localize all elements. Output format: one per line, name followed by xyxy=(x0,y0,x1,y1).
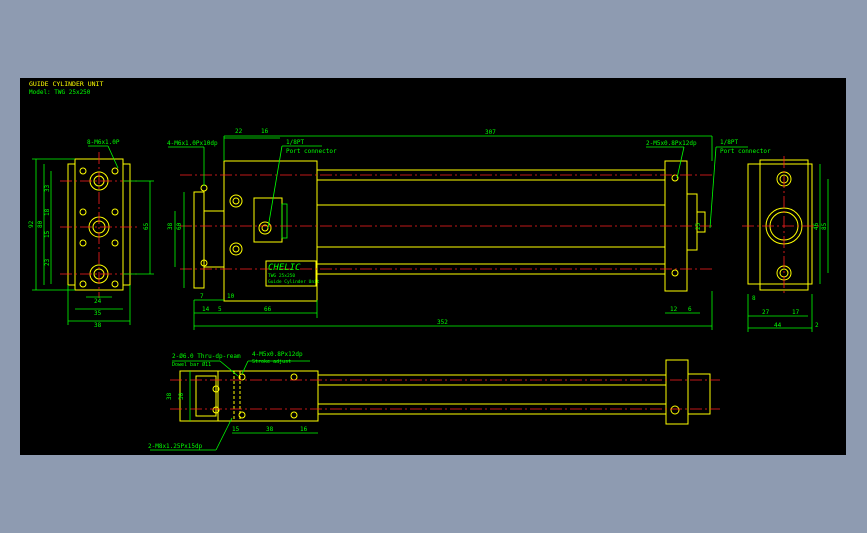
dim-d85: 85 xyxy=(821,222,828,230)
dim-d16: 16 xyxy=(261,128,269,135)
right-end-view xyxy=(742,156,829,332)
dim-d6: 6 xyxy=(688,306,692,313)
dim-d352: 352 xyxy=(437,319,448,326)
dim-h33: 33 xyxy=(44,184,51,192)
dim-w24: 24 xyxy=(94,298,102,305)
dim-d5: 5 xyxy=(218,306,222,313)
dim-d7: 7 xyxy=(200,293,204,300)
dim-h80: 80 xyxy=(37,220,44,228)
callout-port-a-sub: Port connector xyxy=(286,148,337,155)
dim-bottom-d38b: 38 xyxy=(266,426,274,433)
dim-d8: 8 xyxy=(752,295,756,302)
dim-d60: 60 xyxy=(176,222,183,230)
callout-port-a: 1/8PT xyxy=(286,139,304,146)
dim-d2: 2 xyxy=(815,322,819,329)
callout-bottom-pin: 2-Ø6.0 Thru-dp-ream xyxy=(172,353,241,360)
dim-h18: 18 xyxy=(44,208,51,216)
front-view xyxy=(168,135,748,330)
dim-bottom-d15: 15 xyxy=(232,426,240,433)
dim-w35: 35 xyxy=(94,310,102,317)
cad-drawing: GUIDE CYLINDER UNIT Model: TWG 25x250 8-… xyxy=(28,80,829,451)
nameplate-model: TWG 25x250 xyxy=(268,273,295,279)
dim-d25: 25 xyxy=(695,222,702,230)
callout-top-right-holes: 2-M5x0.8Px12dp xyxy=(646,140,697,147)
bottom-view xyxy=(150,359,720,451)
dim-d17: 17 xyxy=(792,309,800,316)
dim-bottom-d38: 38 xyxy=(166,392,173,400)
dim-h65: 65 xyxy=(143,222,150,230)
dim-bottom-d30: 30 xyxy=(178,392,185,400)
drawing-model: Model: TWG 25x250 xyxy=(29,89,91,96)
dim-d66: 66 xyxy=(264,306,272,313)
dim-h15: 15 xyxy=(44,230,51,238)
nameplate-logo: CHELIC xyxy=(268,263,301,273)
callout-bottom-holes-sub: Stroke adjust xyxy=(252,359,291,365)
dim-d12: 12 xyxy=(670,306,678,313)
dim-d307: 307 xyxy=(485,129,496,136)
dim-d46: 46 xyxy=(813,222,820,230)
drawing-canvas: GUIDE CYLINDER UNIT Model: TWG 25x250 8-… xyxy=(20,78,846,455)
dim-h92: 92 xyxy=(28,220,35,228)
dim-bottom-d16: 16 xyxy=(300,426,308,433)
callout-bottom-pin-sub: Dowel bar Ø11 xyxy=(172,361,211,368)
callout-port-b: 1/8PT xyxy=(720,139,738,146)
dim-d14: 14 xyxy=(202,306,210,313)
dim-d27: 27 xyxy=(762,309,770,316)
callout-left-holes: 8-M6x1.0P xyxy=(87,139,120,146)
dim-d38: 38 xyxy=(167,222,174,230)
dim-w38: 38 xyxy=(94,322,102,329)
callout-port-b-sub: Port connector xyxy=(720,148,771,155)
dim-h23: 23 xyxy=(44,258,51,266)
callout-bottom-lower-holes: 2-M8x1.25Px15dp xyxy=(148,443,203,450)
nameplate-desc: Guide Cylinder Unit xyxy=(268,279,320,285)
drawing-title: GUIDE CYLINDER UNIT xyxy=(29,80,103,88)
callout-bottom-holes: 4-M5x0.8Px12dp xyxy=(252,351,303,358)
dim-d44: 44 xyxy=(774,322,782,329)
dim-d22: 22 xyxy=(235,128,243,135)
dim-d10: 10 xyxy=(227,293,235,300)
callout-top-left-holes: 4-M6x1.0Px10dp xyxy=(167,140,218,147)
